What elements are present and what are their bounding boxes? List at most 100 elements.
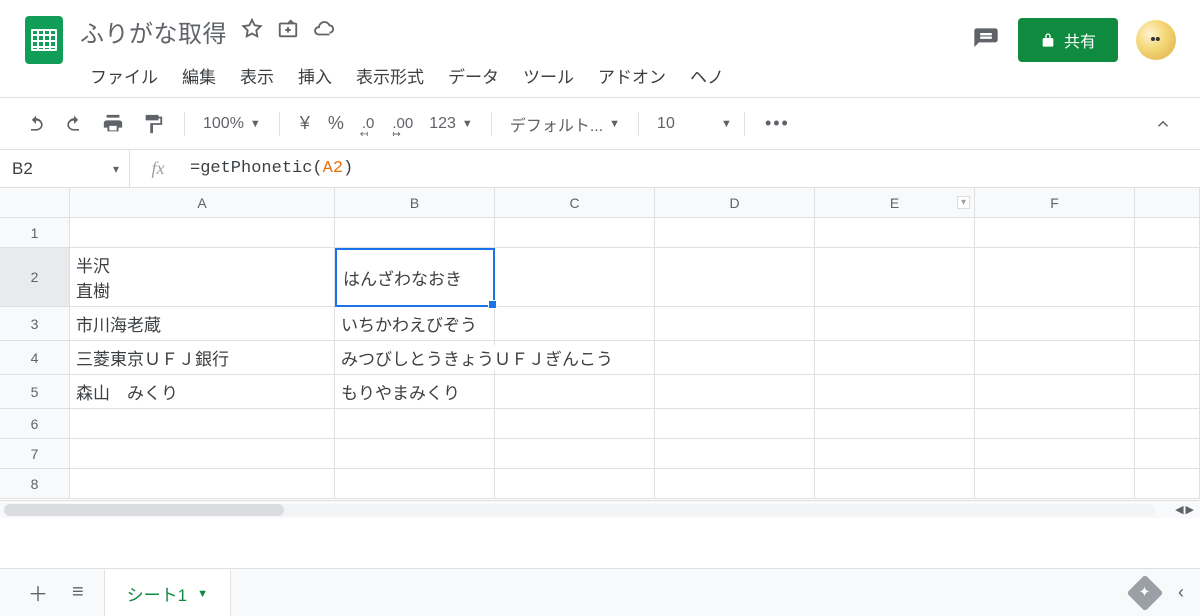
more-tools-button[interactable]: •••	[757, 107, 798, 140]
cell[interactable]	[975, 439, 1135, 469]
cell[interactable]	[495, 248, 655, 307]
sheet-tab[interactable]: シート1 ▼	[104, 569, 231, 616]
cell-b5[interactable]: もりやまみくり	[335, 375, 495, 409]
cell-b3[interactable]: いちかわえびぞう	[335, 307, 495, 341]
cell[interactable]	[495, 409, 655, 439]
cell-b2[interactable]: はんざわなおき	[335, 248, 495, 307]
explore-icon[interactable]	[1127, 574, 1164, 611]
cell[interactable]	[1135, 469, 1200, 499]
cell[interactable]	[815, 341, 975, 375]
cell[interactable]	[335, 409, 495, 439]
cell[interactable]	[815, 469, 975, 499]
cell[interactable]	[655, 375, 815, 409]
col-header-g[interactable]	[1135, 188, 1200, 218]
cell[interactable]	[975, 248, 1135, 307]
percent-button[interactable]: %	[320, 107, 352, 140]
font-select[interactable]: デフォルト... ▼	[504, 108, 626, 140]
col-header-f[interactable]: F	[975, 188, 1135, 218]
menu-addons[interactable]: アドオン	[588, 59, 676, 92]
horizontal-scrollbar[interactable]: ◀▶	[0, 500, 1200, 518]
cell-a2[interactable]: 半沢 直樹	[70, 248, 335, 307]
cell[interactable]	[815, 248, 975, 307]
cell[interactable]	[1135, 375, 1200, 409]
star-icon[interactable]	[241, 18, 263, 45]
paint-format-icon[interactable]	[134, 107, 172, 141]
cell[interactable]	[975, 218, 1135, 248]
increase-decimals-button[interactable]: .00↦	[384, 109, 421, 138]
print-icon[interactable]	[94, 107, 132, 141]
cell[interactable]	[335, 439, 495, 469]
cell[interactable]	[70, 469, 335, 499]
share-button[interactable]: 共有	[1018, 18, 1118, 62]
cell[interactable]	[1135, 439, 1200, 469]
cell-a1[interactable]	[70, 218, 335, 248]
cell[interactable]	[1135, 409, 1200, 439]
cell[interactable]	[655, 469, 815, 499]
select-all-corner[interactable]	[0, 188, 70, 218]
cell[interactable]	[655, 307, 815, 341]
cell[interactable]	[975, 341, 1135, 375]
sheets-logo[interactable]	[20, 16, 68, 64]
cell[interactable]	[815, 218, 975, 248]
col-header-c[interactable]: C	[495, 188, 655, 218]
cell[interactable]	[975, 375, 1135, 409]
currency-button[interactable]: ¥	[292, 107, 318, 140]
cell[interactable]	[1135, 218, 1200, 248]
cell[interactable]	[495, 469, 655, 499]
cell-a5[interactable]: 森山 みくり	[70, 375, 335, 409]
undo-icon[interactable]	[18, 108, 54, 140]
redo-icon[interactable]	[56, 108, 92, 140]
name-box[interactable]: B2	[0, 150, 130, 187]
comments-icon[interactable]	[972, 26, 1000, 54]
row-header[interactable]: 7	[0, 439, 70, 469]
cell[interactable]	[815, 439, 975, 469]
row-header[interactable]: 3	[0, 307, 70, 341]
col-header-b[interactable]: B	[335, 188, 495, 218]
cell[interactable]	[815, 307, 975, 341]
cell[interactable]	[815, 375, 975, 409]
scroll-right-icon[interactable]: ▶	[1186, 503, 1194, 516]
menu-edit[interactable]: 編集	[172, 59, 226, 92]
cell[interactable]	[495, 439, 655, 469]
menu-format[interactable]: 表示形式	[346, 59, 434, 92]
collapse-toolbar-icon[interactable]	[1146, 109, 1182, 139]
cell[interactable]	[655, 218, 815, 248]
cell[interactable]	[70, 409, 335, 439]
col-header-d[interactable]: D	[655, 188, 815, 218]
menu-insert[interactable]: 挿入	[288, 59, 342, 92]
spreadsheet-grid[interactable]: A B C D E F 1 2 半沢 直樹 はんざわなおき 3 市川海老蔵 いち…	[0, 188, 1200, 518]
cell-b4[interactable]: みつびしとうきょうＵＦＪぎんこう	[335, 341, 495, 375]
row-header[interactable]: 6	[0, 409, 70, 439]
cell[interactable]	[1135, 341, 1200, 375]
cell[interactable]	[655, 409, 815, 439]
cell[interactable]	[655, 341, 815, 375]
sheet-menu-icon[interactable]: ▼	[197, 588, 208, 600]
col-header-a[interactable]: A	[70, 188, 335, 218]
move-icon[interactable]	[277, 18, 299, 45]
menu-data[interactable]: データ	[438, 59, 509, 92]
cell[interactable]	[1135, 307, 1200, 341]
cell-a3[interactable]: 市川海老蔵	[70, 307, 335, 341]
cell[interactable]	[975, 307, 1135, 341]
col-header-e[interactable]: E	[815, 188, 975, 218]
cell[interactable]	[975, 469, 1135, 499]
row-header[interactable]: 4	[0, 341, 70, 375]
account-avatar[interactable]	[1136, 20, 1176, 60]
cell[interactable]	[495, 218, 655, 248]
cloud-icon[interactable]	[313, 18, 335, 45]
cell[interactable]	[70, 439, 335, 469]
doc-title[interactable]: ふりがな取得	[80, 14, 227, 49]
cell[interactable]	[495, 307, 655, 341]
cell[interactable]	[655, 439, 815, 469]
cell-b1[interactable]	[335, 218, 495, 248]
cell-a4[interactable]: 三菱東京ＵＦＪ銀行	[70, 341, 335, 375]
row-header[interactable]: 1	[0, 218, 70, 248]
menu-file[interactable]: ファイル	[80, 59, 168, 92]
cell[interactable]	[815, 409, 975, 439]
row-header[interactable]: 8	[0, 469, 70, 499]
scroll-left-icon[interactable]: ◀	[1175, 503, 1183, 516]
formula-input[interactable]: =getPhonetic(A2)	[186, 159, 1200, 178]
menu-view[interactable]: 表示	[230, 59, 284, 92]
font-size-select[interactable]: 10	[651, 111, 699, 137]
add-sheet-button[interactable]: ＋	[16, 570, 60, 615]
